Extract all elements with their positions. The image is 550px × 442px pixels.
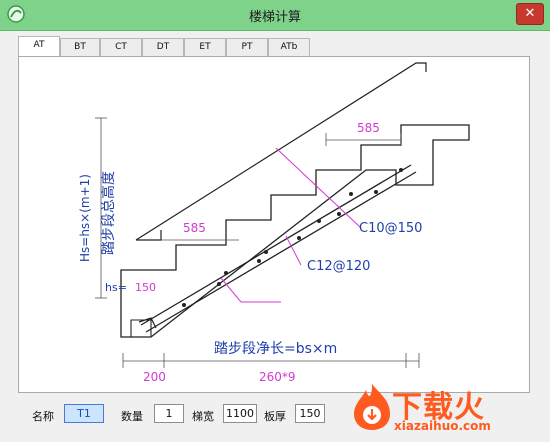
name-field[interactable]: T1 [64, 404, 104, 423]
dim-top: 585 [357, 121, 380, 135]
watermark-url: xiazaihuo.com [394, 419, 491, 433]
watermark: 下载火 xiazaihuo.com [340, 372, 550, 442]
top-slope-line [135, 62, 427, 241]
hs-value: 150 [135, 281, 156, 294]
title-bar: 楼梯计算 ✕ [0, 0, 550, 31]
length-formula: 踏步段净长=bs×m [214, 341, 337, 357]
rebar-top-label: C10@150 [359, 221, 422, 236]
close-icon: ✕ [524, 6, 536, 21]
dim-bottom-mid: 260*9 [259, 370, 296, 384]
close-button[interactable]: ✕ [516, 3, 544, 25]
tab-bt[interactable]: BT [60, 38, 100, 56]
window-title: 楼梯计算 [248, 10, 301, 25]
stair-calc-window: 楼梯计算 ✕ AT BT CT DT ET PT ATb Hs=hs×(m+1)… [0, 0, 550, 442]
diagram-panel: Hs=hs×(m+1) 踏步段总高度 hs= 150 585 585 C10@1… [18, 56, 530, 393]
stair-diagram: Hs=hs×(m+1) 踏步段总高度 hs= 150 585 585 C10@1… [78, 62, 470, 384]
height-formula: Hs=hs×(m+1) [78, 174, 92, 262]
tab-atb[interactable]: ATb [268, 38, 310, 56]
rebar-mid-label: C12@120 [307, 259, 370, 274]
qty-label: 数量 [121, 410, 143, 423]
tab-et[interactable]: ET [184, 38, 226, 56]
hs-label: hs= [105, 281, 127, 294]
name-label: 名称 [32, 410, 54, 423]
rebar-line-bottom [145, 171, 417, 333]
dim-bottom-left: 200 [143, 370, 166, 384]
dim-mid: 585 [183, 221, 206, 235]
qty-field[interactable]: 1 [154, 404, 184, 423]
tab-ct[interactable]: CT [100, 38, 142, 56]
tab-dt[interactable]: DT [142, 38, 184, 56]
thick-field[interactable]: 150 [295, 404, 325, 423]
watermark-logo-icon [354, 384, 390, 430]
tab-at[interactable]: AT [18, 36, 60, 56]
thick-label: 板厚 [264, 410, 286, 423]
width-field[interactable]: 1100 [223, 404, 257, 423]
height-label: 踏步段总高度 [100, 171, 117, 255]
tab-pt[interactable]: PT [226, 38, 268, 56]
width-label: 梯宽 [192, 410, 214, 423]
